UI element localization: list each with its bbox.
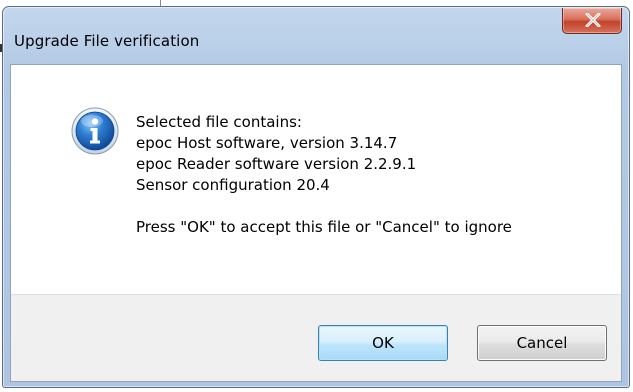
message-text: Selected file contains: epoc Host softwa… [136, 112, 512, 238]
ok-button[interactable]: OK [318, 325, 448, 361]
cancel-button[interactable]: Cancel [477, 325, 607, 361]
message-spacer [136, 196, 512, 217]
prompt-text: Press "OK" to accept this file or "Cance… [136, 218, 512, 236]
dialog-window: Upgrade File verification Selected file … [2, 6, 630, 388]
information-icon [71, 107, 119, 155]
message-line: Sensor configuration 20.4 [136, 176, 330, 194]
dialog-title: Upgrade File verification [14, 32, 200, 50]
message-line: Selected file contains: [136, 113, 302, 131]
close-icon [585, 13, 601, 27]
message-line: epoc Reader software version 2.2.9.1 [136, 155, 417, 173]
close-button[interactable] [562, 8, 622, 34]
message-line: epoc Host software, version 3.14.7 [136, 134, 398, 152]
dialog-content: Selected file contains: epoc Host softwa… [10, 64, 622, 382]
button-bar: OK Cancel [11, 294, 621, 381]
title-bar[interactable]: Upgrade File verification [3, 7, 629, 65]
